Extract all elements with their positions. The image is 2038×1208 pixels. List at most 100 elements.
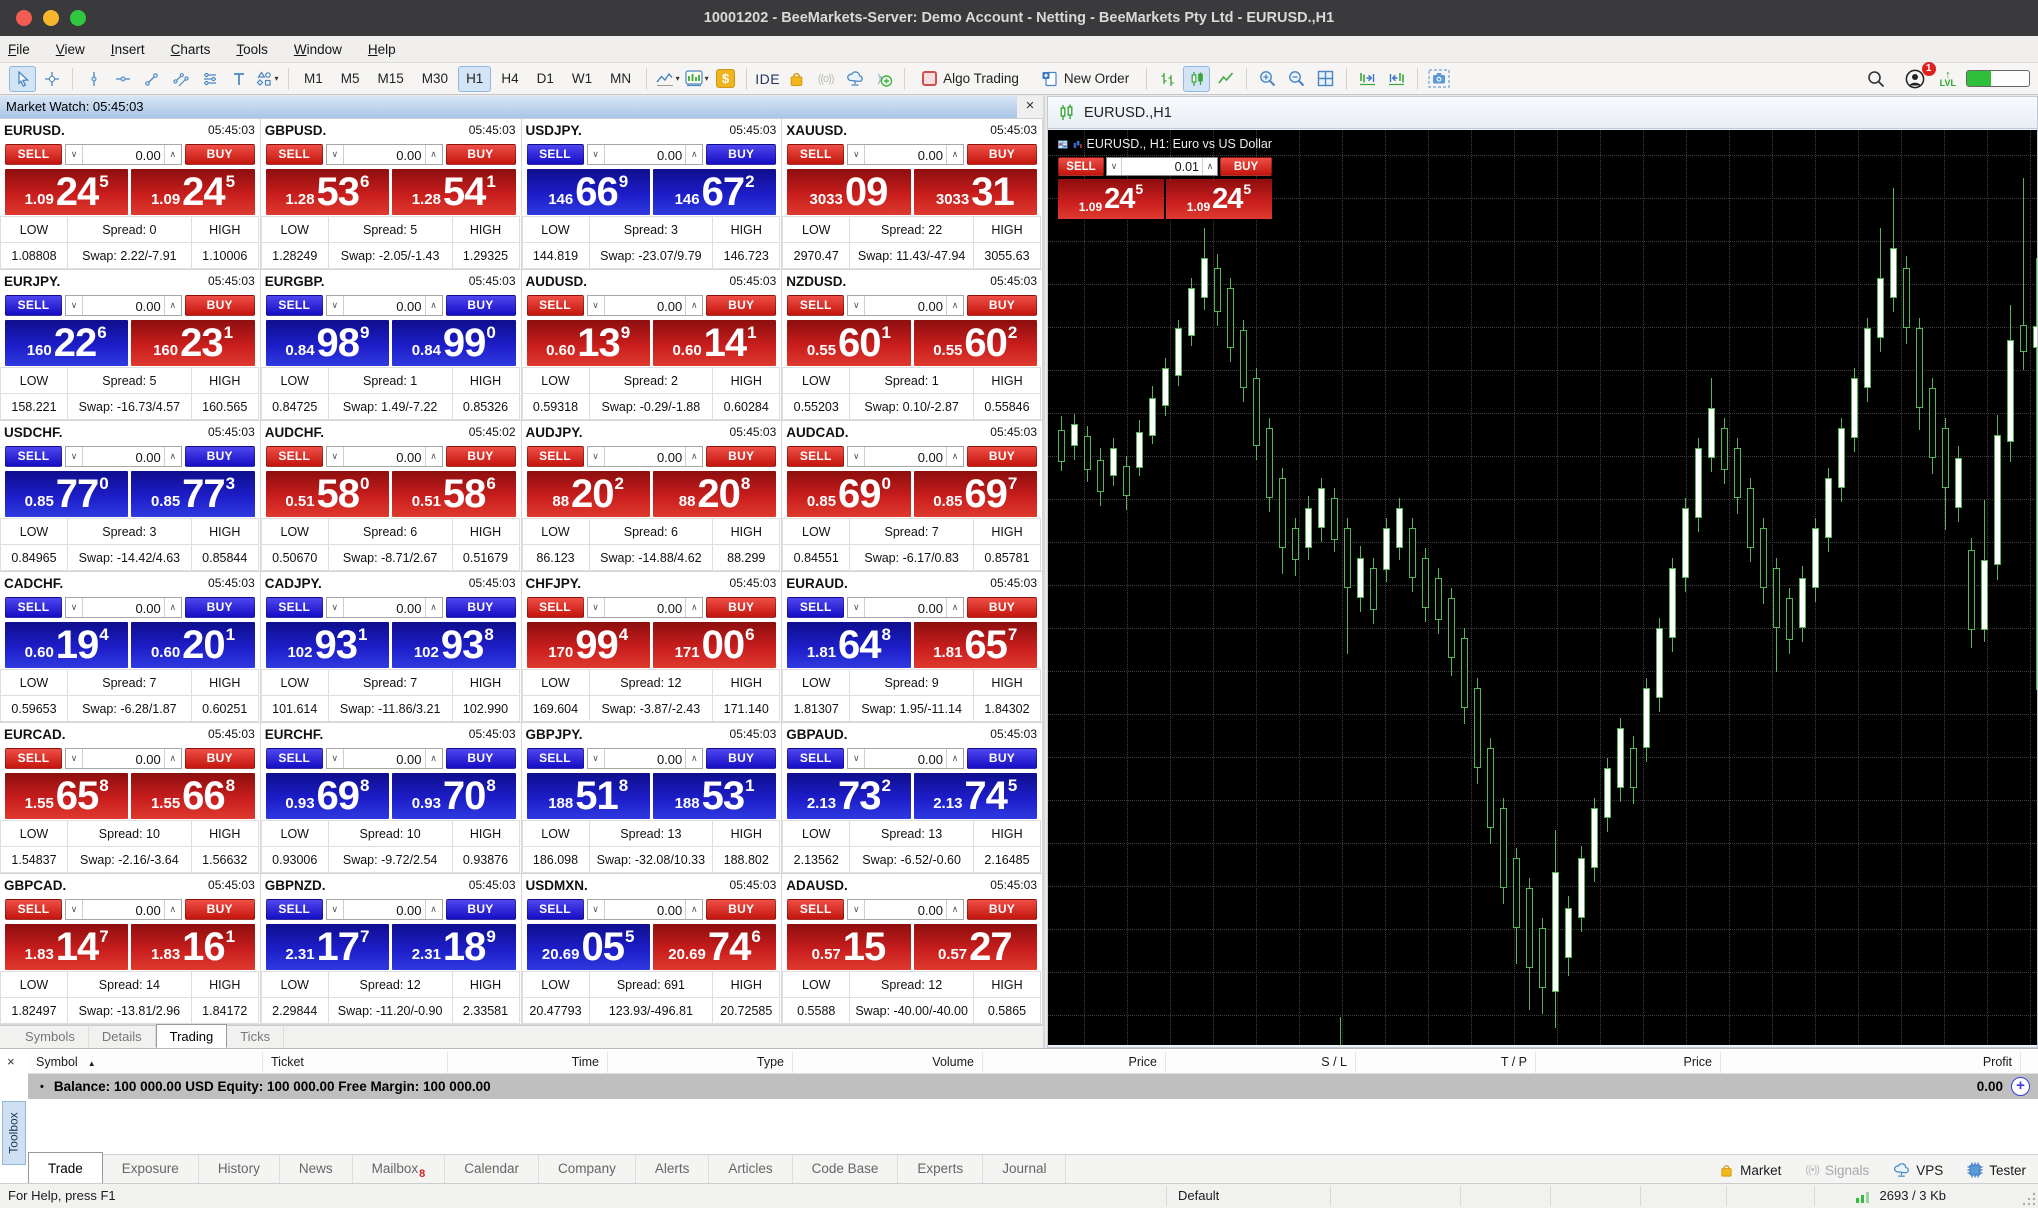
- menu-charts[interactable]: Charts: [171, 42, 211, 57]
- market-watch-tab-ticks[interactable]: Ticks: [227, 1026, 284, 1048]
- volume-value[interactable]: 0.00: [83, 900, 164, 919]
- zoom-out-button[interactable]: [1283, 66, 1310, 92]
- volume-decrease-icon[interactable]: ∨: [848, 900, 865, 919]
- screenshot-button[interactable]: [1425, 66, 1452, 92]
- indicators-button[interactable]: ▾: [683, 66, 710, 92]
- sell-button[interactable]: SELL: [266, 597, 323, 618]
- buy-price[interactable]: 160231: [131, 320, 254, 366]
- volume-value[interactable]: 0.00: [605, 447, 686, 466]
- volume-increase-icon[interactable]: ∧: [1202, 158, 1217, 175]
- quotes-table-icon[interactable]: [1058, 138, 1068, 151]
- sell-button[interactable]: SELL: [527, 144, 584, 165]
- timeframe-d1-button[interactable]: D1: [529, 66, 562, 92]
- one-click-sell-price[interactable]: 1.09245: [1058, 179, 1164, 219]
- buy-price[interactable]: 188531: [653, 773, 776, 819]
- buy-price[interactable]: 1.83161: [131, 924, 254, 970]
- volume-increase-icon[interactable]: ∧: [164, 145, 181, 164]
- volume-value[interactable]: 0.00: [605, 145, 686, 164]
- ide-button[interactable]: IDE: [754, 66, 781, 92]
- one-click-volume-spinner[interactable]: ∨ 0.01 ∧: [1106, 157, 1218, 176]
- buy-price[interactable]: 0.93708: [392, 773, 515, 819]
- volume-increase-icon[interactable]: ∧: [164, 296, 181, 315]
- sell-price[interactable]: 1.28536: [266, 169, 389, 215]
- volume-spinner[interactable]: ∨0.00∧: [587, 295, 704, 316]
- timeframe-h4-button[interactable]: H4: [493, 66, 526, 92]
- volume-spinner[interactable]: ∨0.00∧: [65, 748, 182, 769]
- line-chart-mode-button[interactable]: [1212, 66, 1239, 92]
- column-header-symbol[interactable]: Symbol▲: [28, 1052, 263, 1073]
- sell-button[interactable]: SELL: [527, 295, 584, 316]
- timeframe-m5-button[interactable]: M5: [333, 66, 368, 92]
- volume-increase-icon[interactable]: ∧: [685, 296, 702, 315]
- chart-window-titlebar[interactable]: EURUSD.,H1: [1048, 97, 2037, 129]
- close-window-button[interactable]: [16, 10, 32, 26]
- sell-price[interactable]: 1.81648: [787, 622, 910, 668]
- volume-spinner[interactable]: ∨0.00∧: [65, 446, 182, 467]
- chart-line-type-button[interactable]: ▾: [654, 66, 681, 92]
- sell-price[interactable]: 1.83147: [5, 924, 128, 970]
- sell-button[interactable]: SELL: [5, 597, 62, 618]
- volume-increase-icon[interactable]: ∧: [946, 598, 963, 617]
- volume-value[interactable]: 0.00: [344, 145, 425, 164]
- sell-button[interactable]: SELL: [266, 446, 323, 467]
- volume-decrease-icon[interactable]: ∨: [327, 296, 344, 315]
- sell-price[interactable]: 2.13732: [787, 773, 910, 819]
- balance-row[interactable]: • Balance: 100 000.00 USD Equity: 100 00…: [28, 1074, 2038, 1099]
- toolbox-close-icon[interactable]: ×: [7, 1054, 15, 1069]
- sell-button[interactable]: SELL: [266, 295, 323, 316]
- volume-value[interactable]: 0.00: [83, 447, 164, 466]
- volume-decrease-icon[interactable]: ∨: [66, 145, 83, 164]
- toolbox-tab-code-base[interactable]: Code Base: [793, 1155, 899, 1183]
- menu-tools[interactable]: Tools: [236, 42, 268, 57]
- add-signal-button[interactable]: [870, 66, 897, 92]
- sell-price[interactable]: 88202: [527, 471, 650, 517]
- sell-button[interactable]: SELL: [527, 446, 584, 467]
- buy-button[interactable]: BUY: [967, 597, 1037, 618]
- column-header-price[interactable]: Price: [1536, 1052, 1721, 1073]
- volume-increase-icon[interactable]: ∧: [946, 296, 963, 315]
- sell-price[interactable]: 0.51580: [266, 471, 389, 517]
- volume-value[interactable]: 0.00: [605, 749, 686, 768]
- signals-toolbar-button[interactable]: ((o)): [812, 66, 839, 92]
- volume-increase-icon[interactable]: ∧: [946, 749, 963, 768]
- volume-decrease-icon[interactable]: ∨: [848, 749, 865, 768]
- buy-price[interactable]: 1.28541: [392, 169, 515, 215]
- volume-spinner[interactable]: ∨0.00∧: [847, 295, 964, 316]
- volume-spinner[interactable]: ∨0.00∧: [847, 748, 964, 769]
- candlestick-mode-button[interactable]: [1183, 66, 1210, 92]
- menu-window[interactable]: Window: [294, 42, 342, 57]
- volume-decrease-icon[interactable]: ∨: [327, 749, 344, 768]
- volume-increase-icon[interactable]: ∧: [685, 145, 702, 164]
- volume-spinner[interactable]: ∨0.00∧: [326, 597, 443, 618]
- menu-insert[interactable]: Insert: [111, 42, 145, 57]
- volume-decrease-icon[interactable]: ∨: [588, 900, 605, 919]
- volume-increase-icon[interactable]: ∧: [425, 749, 442, 768]
- toolbox-tab-alerts[interactable]: Alerts: [636, 1155, 710, 1183]
- column-header-sl[interactable]: S / L: [1166, 1052, 1356, 1073]
- buy-button[interactable]: BUY: [185, 144, 255, 165]
- buy-button[interactable]: BUY: [706, 597, 776, 618]
- buy-button[interactable]: BUY: [446, 899, 516, 920]
- buy-price[interactable]: 1.09245: [131, 169, 254, 215]
- menu-help[interactable]: Help: [368, 42, 396, 57]
- buy-button[interactable]: BUY: [706, 748, 776, 769]
- volume-value[interactable]: 0.00: [865, 447, 946, 466]
- volume-spinner[interactable]: ∨0.00∧: [587, 446, 704, 467]
- deposit-button[interactable]: $: [712, 66, 739, 92]
- buy-price[interactable]: 88208: [653, 471, 776, 517]
- sell-button[interactable]: SELL: [5, 295, 62, 316]
- minimize-window-button[interactable]: [43, 10, 59, 26]
- volume-decrease-icon[interactable]: ∨: [588, 296, 605, 315]
- buy-price[interactable]: 2.13745: [914, 773, 1037, 819]
- buy-button[interactable]: BUY: [967, 446, 1037, 467]
- volume-value[interactable]: 0.00: [83, 145, 164, 164]
- chart-canvas[interactable]: EURUSD., H1: Euro vs US Dollar SELL ∨ 0.…: [1048, 130, 2037, 1045]
- volume-value[interactable]: 0.00: [83, 749, 164, 768]
- volume-spinner[interactable]: ∨0.00∧: [587, 748, 704, 769]
- buy-button[interactable]: BUY: [967, 144, 1037, 165]
- volume-decrease-icon[interactable]: ∨: [848, 447, 865, 466]
- volume-decrease-icon[interactable]: ∨: [848, 145, 865, 164]
- volume-increase-icon[interactable]: ∧: [425, 598, 442, 617]
- sell-price[interactable]: 188518: [527, 773, 650, 819]
- toolbox-tab-calendar[interactable]: Calendar: [445, 1155, 539, 1183]
